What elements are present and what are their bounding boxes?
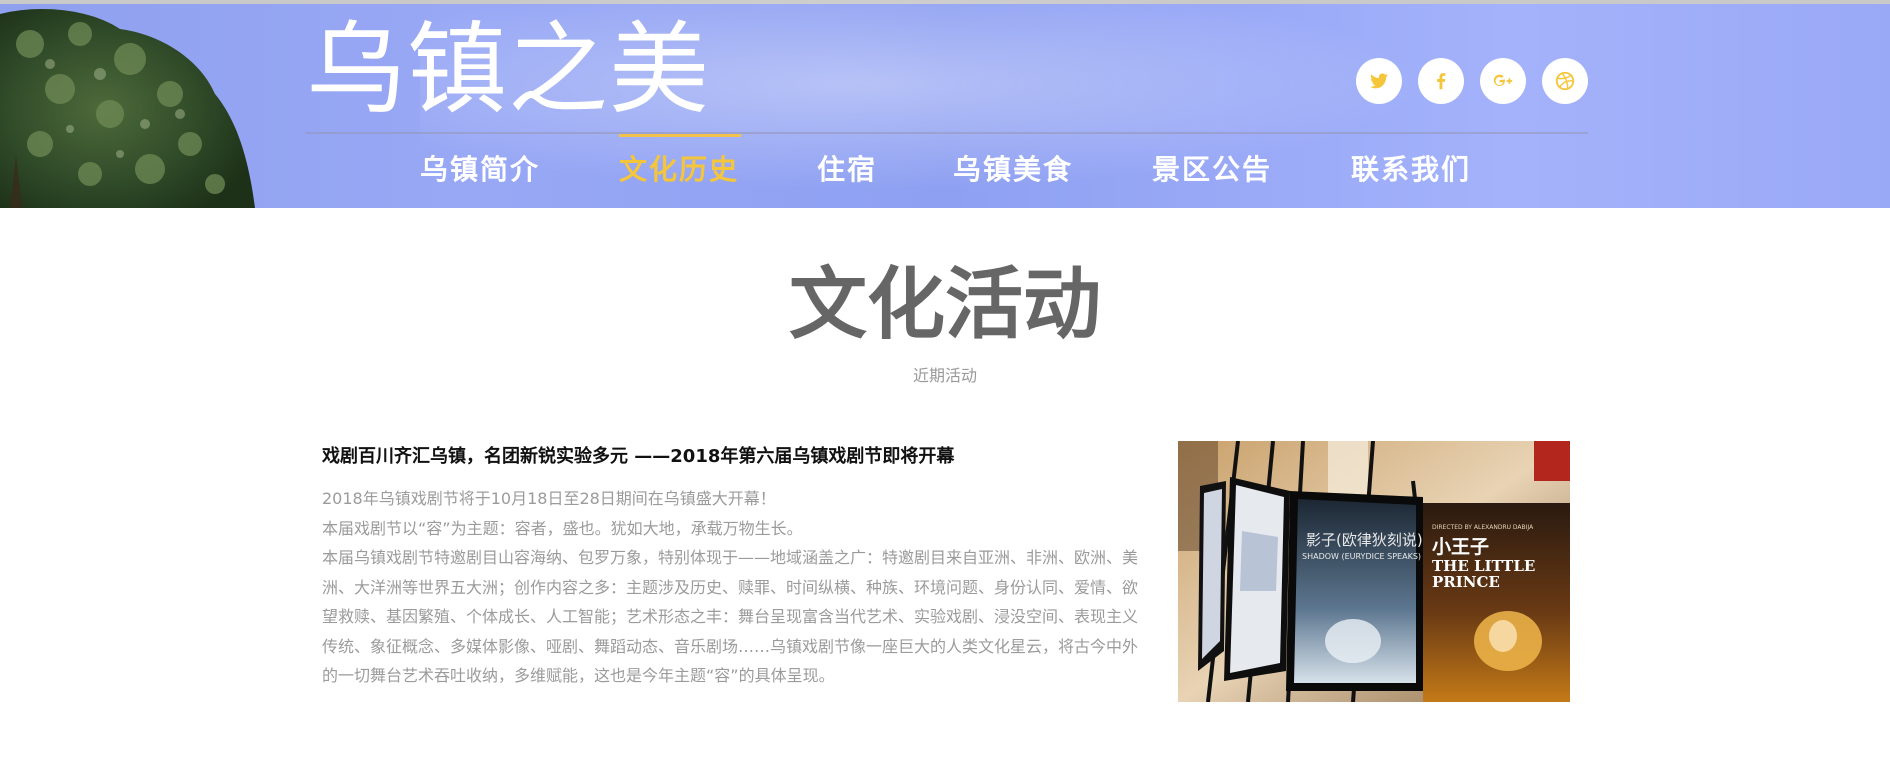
facebook-icon xyxy=(1437,73,1446,90)
dribbble-link[interactable] xyxy=(1542,58,1588,104)
article-photo[interactable]: 影子(欧律狄刻说) SHADOW (EURYDICE SPEAKS) DIREC… xyxy=(1178,441,1570,702)
twitter-link[interactable] xyxy=(1356,58,1402,104)
nav-item-contact[interactable]: 联系我们 xyxy=(1351,150,1471,190)
poster-right-director: DIRECTED BY ALEXANDRU DABIJA xyxy=(1432,524,1534,531)
google-plus-icon xyxy=(1493,74,1513,86)
poster-middle-subtitle: SHADOW (EURYDICE SPEAKS) xyxy=(1302,552,1421,561)
nav-item-culture-history[interactable]: 文化历史 xyxy=(619,150,739,190)
nav-item-lodging[interactable]: 住宿 xyxy=(817,150,877,190)
article-title[interactable]: 戏剧百川齐汇乌镇，名团新锐实验多元 ——2018年第六届乌镇戏剧节即将开幕 xyxy=(322,442,954,468)
dribbble-icon xyxy=(1555,71,1575,91)
site-header: 乌镇之美 乌镇简介 文化历史 住宿 乌镇美食 景区公告 联系我们 xyxy=(0,0,1890,208)
main-nav: 乌镇简介 文化历史 住宿 乌镇美食 景区公告 联系我们 xyxy=(0,134,1890,190)
article-body: 2018年乌镇戏剧节将于10月18日至28日期间在乌镇盛大开幕！ 本届戏剧节以“… xyxy=(322,484,1142,691)
section-title: 文化活动 xyxy=(788,260,1101,350)
poster-right-title-en-2: PRINCE xyxy=(1432,573,1500,591)
google-plus-link[interactable] xyxy=(1480,58,1526,104)
twitter-icon xyxy=(1369,73,1389,89)
header-divider xyxy=(306,132,1588,134)
poster-right-title-cn: 小王子 xyxy=(1432,536,1489,558)
nav-item-notices[interactable]: 景区公告 xyxy=(1152,150,1272,190)
article-paragraph: 本届乌镇戏剧节特邀剧目山容海纳、包罗万象，特别体现于——地域涵盖之广：特邀剧目来… xyxy=(322,548,1139,685)
article-paragraph: 本届戏剧节以“容”为主题：容者，盛也。犹如大地，承载万物生长。 xyxy=(322,518,803,538)
poster-middle-title: 影子(欧律狄刻说) xyxy=(1306,531,1423,549)
social-links xyxy=(1356,58,1588,104)
nav-item-food[interactable]: 乌镇美食 xyxy=(953,150,1073,190)
article-paragraph: 2018年乌镇戏剧节将于10月18日至28日期间在乌镇盛大开幕！ xyxy=(322,489,776,508)
section-subtitle: 近期活动 xyxy=(912,366,977,385)
site-logo-text[interactable]: 乌镇之美 xyxy=(306,12,710,127)
nav-item-intro[interactable]: 乌镇简介 xyxy=(420,150,540,190)
nav-active-indicator xyxy=(619,134,741,137)
page: 乌镇之美 乌镇简介 文化历史 住宿 乌镇美食 景区公告 联系我们 文化活动 近期… xyxy=(0,0,1890,775)
facebook-link[interactable] xyxy=(1418,58,1464,104)
